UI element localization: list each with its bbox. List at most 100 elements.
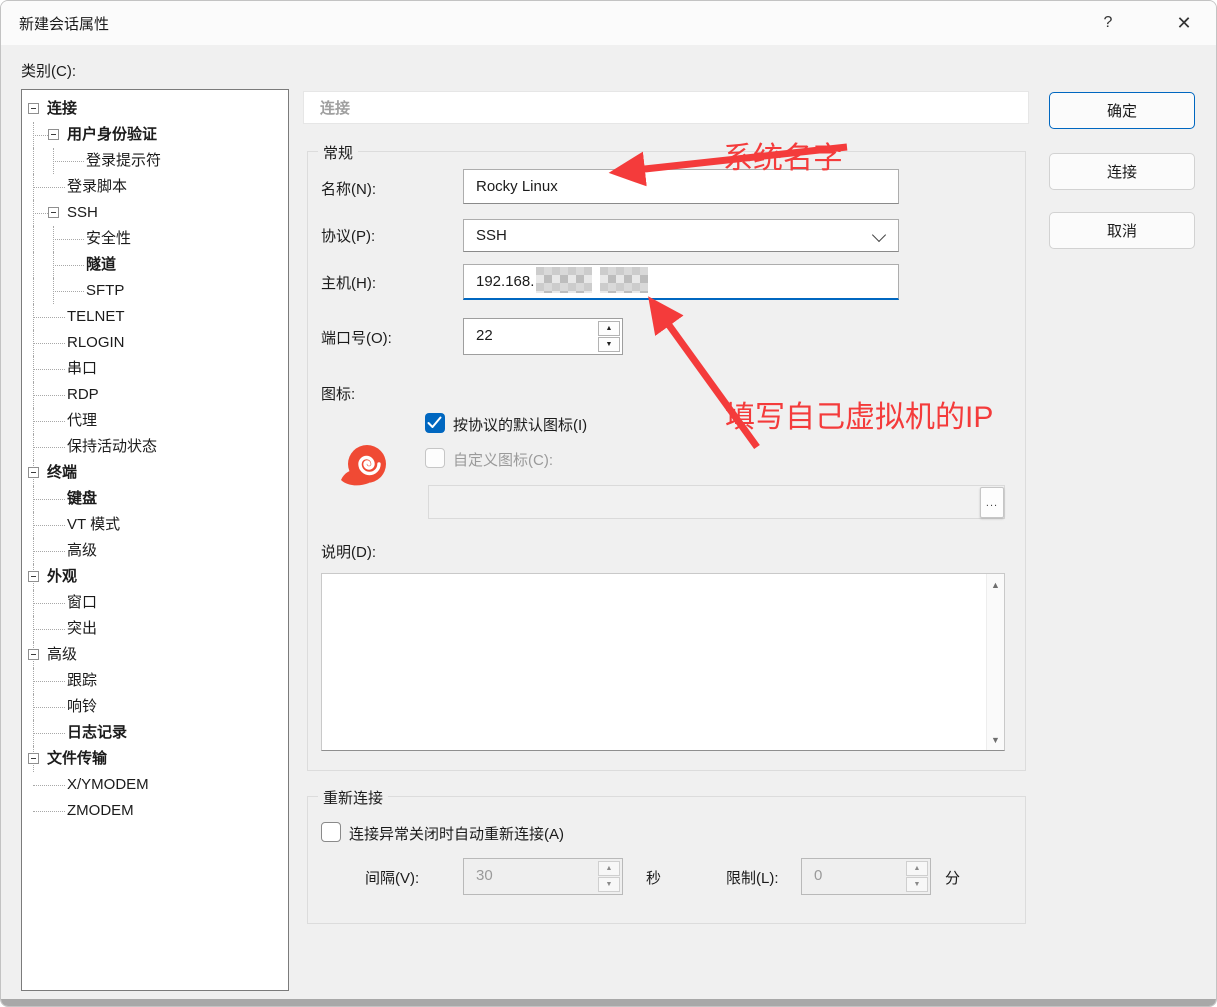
tree-collapse-icon[interactable] [28, 103, 39, 114]
category-tree: 连接用户身份验证登录提示符登录脚本SSH安全性隧道SFTPTELNETRLOGI… [21, 89, 289, 991]
host-input[interactable]: 192.168. [463, 264, 899, 300]
tree-guide [33, 343, 65, 344]
protocol-label: 协议(P): [321, 225, 375, 246]
tree-item[interactable]: 连接 [22, 96, 288, 122]
tree-item-label: 保持活动状态 [67, 434, 157, 460]
pane-header-label: 连接 [320, 97, 350, 118]
tree-item[interactable]: 高级 [22, 642, 288, 668]
window-bottom-edge [1, 999, 1216, 1006]
connect-button[interactable]: 连接 [1049, 153, 1195, 190]
tree-item-label: 连接 [47, 96, 77, 122]
redacted-host-mosaic [600, 267, 648, 293]
cancel-button[interactable]: 取消 [1049, 212, 1195, 249]
tree-item[interactable]: X/YMODEM [22, 772, 288, 798]
interval-spinner[interactable]: 30 ▲ ▼ [463, 858, 623, 895]
tree-item[interactable]: 隧道 [22, 252, 288, 278]
tree-collapse-icon[interactable] [28, 571, 39, 582]
port-value: 22 [476, 319, 493, 353]
tree-item[interactable]: 外观 [22, 564, 288, 590]
tree-item-label: 登录提示符 [86, 148, 161, 174]
spin-down-icon[interactable]: ▼ [598, 877, 620, 892]
tree-item[interactable]: 串口 [22, 356, 288, 382]
spin-down-icon[interactable]: ▼ [906, 877, 928, 892]
custom-icon-checkbox[interactable] [425, 448, 445, 468]
dialog-title: 新建会话属性 [19, 13, 109, 34]
tree-collapse-icon[interactable] [28, 649, 39, 660]
spin-up-icon[interactable]: ▲ [598, 321, 620, 336]
tree-item-label: SSH [67, 200, 98, 226]
auto-reconnect-checkbox-label: 连接异常关闭时自动重新连接(A) [349, 823, 564, 844]
tree-item[interactable]: 窗口 [22, 590, 288, 616]
spin-up-icon[interactable]: ▲ [598, 861, 620, 876]
description-textarea[interactable] [322, 574, 991, 754]
tree-item[interactable]: RDP [22, 382, 288, 408]
close-icon[interactable]: ✕ [1166, 9, 1202, 37]
port-spinner[interactable]: 22 ▲ ▼ [463, 318, 623, 355]
help-icon[interactable]: ? [1090, 9, 1126, 37]
tree-item[interactable]: 安全性 [22, 226, 288, 252]
tree-item[interactable]: 高级 [22, 538, 288, 564]
pane-header: 连接 [303, 91, 1029, 124]
scroll-down-icon[interactable]: ▼ [987, 731, 1004, 748]
tree-collapse-icon[interactable] [48, 129, 59, 140]
check-icon [427, 416, 442, 429]
tree-item[interactable]: TELNET [22, 304, 288, 330]
tree-item[interactable]: 突出 [22, 616, 288, 642]
default-icon-checkbox[interactable] [425, 413, 445, 433]
tree-guide [33, 525, 65, 526]
tree-item[interactable]: 日志记录 [22, 720, 288, 746]
tree-item[interactable]: 登录提示符 [22, 148, 288, 174]
tree-item-label: 高级 [67, 538, 97, 564]
browse-button[interactable]: ... [980, 487, 1004, 518]
tree-guide [33, 369, 65, 370]
tree-item[interactable]: 终端 [22, 460, 288, 486]
tree-item[interactable]: 文件传输 [22, 746, 288, 772]
custom-icon-path-input[interactable] [428, 485, 1005, 519]
reconnect-legend: 重新连接 [318, 787, 388, 808]
tree-collapse-icon[interactable] [48, 207, 59, 218]
icon-section-label: 图标: [321, 383, 355, 404]
xshell-session-icon [336, 442, 388, 496]
description-scrollbar[interactable]: ▲ ▼ [986, 574, 1004, 750]
spin-up-icon[interactable]: ▲ [906, 861, 928, 876]
protocol-select[interactable]: SSH [463, 219, 899, 252]
tree-item-label: 跟踪 [67, 668, 97, 694]
tree-item[interactable]: SFTP [22, 278, 288, 304]
tree-guide [33, 681, 65, 682]
tree-item[interactable]: 响铃 [22, 694, 288, 720]
tree-guide [33, 603, 65, 604]
tree-guide [33, 629, 65, 630]
tree-item[interactable]: SSH [22, 200, 288, 226]
tree-item-label: 窗口 [67, 590, 97, 616]
host-value-prefix: 192.168. [476, 273, 534, 290]
category-label: 类别(C): [21, 60, 76, 81]
tree-item-label: ZMODEM [67, 798, 134, 824]
tree-guide [33, 213, 48, 214]
auto-reconnect-checkbox[interactable] [321, 822, 341, 842]
tree-item[interactable]: 保持活动状态 [22, 434, 288, 460]
tree-collapse-icon[interactable] [28, 753, 39, 764]
tree-item[interactable]: ZMODEM [22, 798, 288, 824]
tree-item[interactable]: RLOGIN [22, 330, 288, 356]
scroll-up-icon[interactable]: ▲ [987, 576, 1004, 593]
limit-spinner[interactable]: 0 ▲ ▼ [801, 858, 931, 895]
spin-down-icon[interactable]: ▼ [598, 337, 620, 352]
description-box: ▲ ▼ [321, 573, 1005, 751]
tree-item-label: TELNET [67, 304, 125, 330]
tree-collapse-icon[interactable] [28, 467, 39, 478]
tree-guide [33, 226, 34, 252]
name-label: 名称(N): [321, 178, 376, 199]
tree-item-label: 键盘 [67, 486, 97, 512]
tree-item-label: 隧道 [86, 252, 116, 278]
tree-item[interactable]: VT 模式 [22, 512, 288, 538]
tree-item[interactable]: 跟踪 [22, 668, 288, 694]
tree-item-label: 响铃 [67, 694, 97, 720]
tree-item-label: RDP [67, 382, 99, 408]
tree-item[interactable]: 登录脚本 [22, 174, 288, 200]
interval-unit-label: 秒 [646, 867, 661, 888]
tree-item[interactable]: 用户身份验证 [22, 122, 288, 148]
ok-button[interactable]: 确定 [1049, 92, 1195, 129]
tree-item[interactable]: 代理 [22, 408, 288, 434]
limit-value: 0 [814, 859, 822, 893]
tree-item[interactable]: 键盘 [22, 486, 288, 512]
